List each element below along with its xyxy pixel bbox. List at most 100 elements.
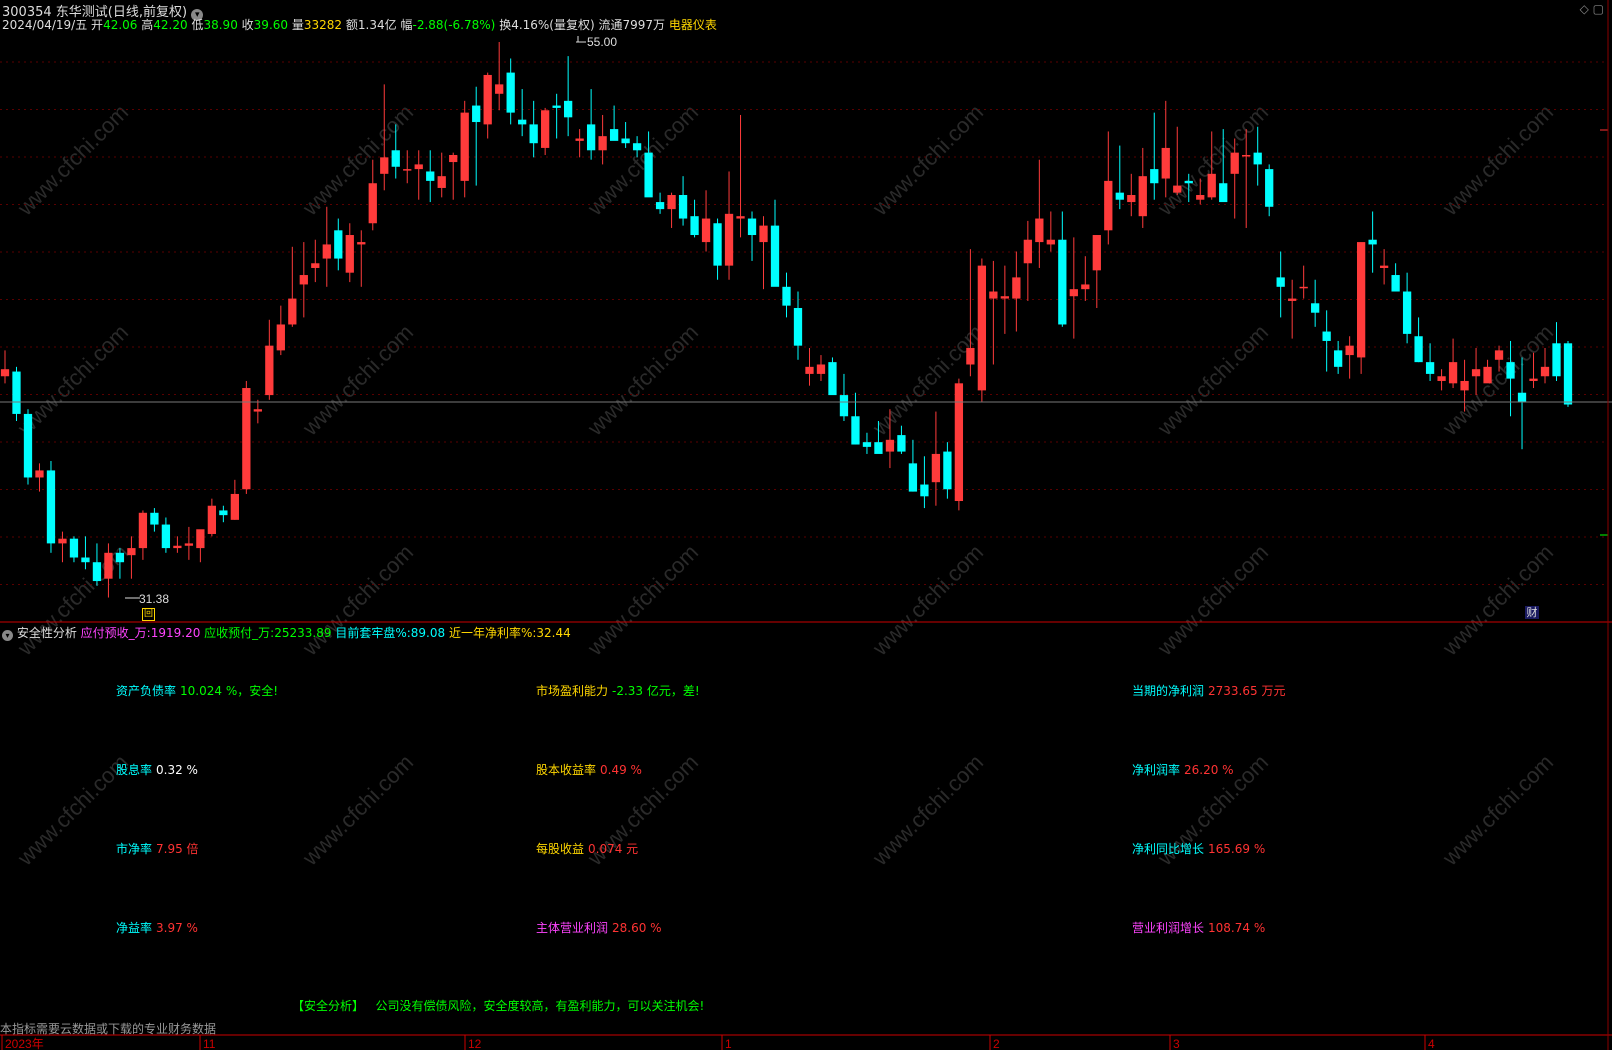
candle-body [724,213,734,266]
net-margin-value: 32.44 [536,626,571,640]
candle [414,150,423,200]
candle [908,439,918,492]
candle [483,72,492,139]
candle-body [747,218,757,236]
candle-body [529,124,538,144]
volume-label: 量 [291,18,304,32]
indicator-name[interactable]: 安全性分析 [17,626,77,640]
candle-body [1391,275,1400,292]
net-profit-row: 当期的净利润 2733.65 万元 [1132,682,1289,699]
watermark-text: www.cfchi.com [12,100,133,221]
kline-chart[interactable]: www.cfchi.com www.cfchi.com www.cfchi.com w… [0,0,1612,1050]
volume-value: 33282 [303,18,343,32]
candle-body [472,105,481,123]
candle [357,230,366,287]
price-grid [0,61,1608,585]
candle-body [816,364,826,374]
candle-body [460,112,469,181]
candle [805,348,814,386]
candle [541,107,550,155]
candle [219,505,228,523]
open-value: 42.06 [103,18,138,32]
candle-body [1460,380,1469,391]
candle-body [23,413,33,478]
candle-body [805,366,814,374]
candle-body [173,545,182,549]
candle-body [1127,195,1136,203]
candle-body [1506,362,1515,379]
candle-body [1069,289,1078,297]
market-profit-row: 市场盈利能力 -2.33 亿元，差! [536,682,704,699]
candle-body [1299,286,1308,289]
candle [586,89,596,160]
quote-bar: 2024/04/19/五 开42.06 高42.20 低38.90 收39.60… [2,16,717,33]
candle-body [150,512,159,525]
high-price-mark: 55.00 [576,35,617,49]
watermark-text: www.cfchi.com [12,540,133,661]
core-profit-value: 28.60 % [612,921,662,935]
candle-body [334,230,343,259]
candle [58,531,67,563]
footer-note: 本指标需要云数据或下载的专业财务数据 [0,1022,217,1036]
net-profit-label: 当期的净利润 [1132,684,1205,698]
candle-body [1207,173,1216,198]
candle [1150,112,1159,200]
candle [816,355,826,381]
candle [678,176,688,226]
candle [920,456,929,509]
financial-report-marker[interactable]: 财 [1525,606,1539,619]
restore-icon[interactable]: ◇ [1580,2,1589,16]
candle-body [357,242,366,245]
candle-body [1311,303,1320,313]
candle [92,543,102,586]
candle [989,260,998,365]
candle [1104,131,1113,245]
window-controls: ◇ ▢ [1580,2,1604,16]
candle [288,246,297,327]
candle-body [1379,265,1389,268]
candle-body [219,510,228,516]
candle-body [1540,366,1550,377]
candle-body [207,505,217,534]
candle [690,199,699,238]
eps-value: 0.074 元 [588,842,639,856]
candle-body [1276,277,1285,287]
quote-date: 2024/04/19/五 [2,18,88,32]
candle [839,373,849,421]
candle [426,150,435,203]
candle [1552,322,1561,381]
low-price-label: 31.38 [139,592,169,606]
profit-yoy-value: 165.69 % [1208,842,1266,856]
candle-body [1356,242,1366,358]
eps-label: 每股收益 [536,842,585,856]
candle [403,150,412,184]
candle [851,392,860,445]
candle [655,192,665,214]
candle-body [1425,362,1435,374]
roe-label: 净益率 [116,921,153,935]
candle-body [667,195,676,210]
candle-body [58,538,67,544]
candle [966,249,975,377]
candle [1322,310,1331,372]
candle [1058,211,1067,327]
candle-body [12,371,21,414]
candle [242,380,251,494]
candle [345,223,354,283]
pin-icon[interactable]: ▢ [1593,2,1604,16]
candle [1092,235,1101,308]
collapse-icon[interactable]: ▾ [2,630,13,641]
candles-layer [0,42,1573,598]
pb-ratio-value: 7.95 倍 [156,842,199,856]
market-profit-label: 市场盈利能力 [536,684,609,698]
candle [322,206,331,287]
candle-body [678,195,688,219]
candle [472,86,481,186]
candle [1402,272,1412,344]
event-marker[interactable]: 回 [142,608,155,621]
candle [0,350,10,384]
candle-body [0,369,10,377]
candle [621,122,630,148]
high-label: 高 [141,18,154,32]
time-axis: 2023年 11 12 1 2 3 4 [1,1035,1435,1050]
